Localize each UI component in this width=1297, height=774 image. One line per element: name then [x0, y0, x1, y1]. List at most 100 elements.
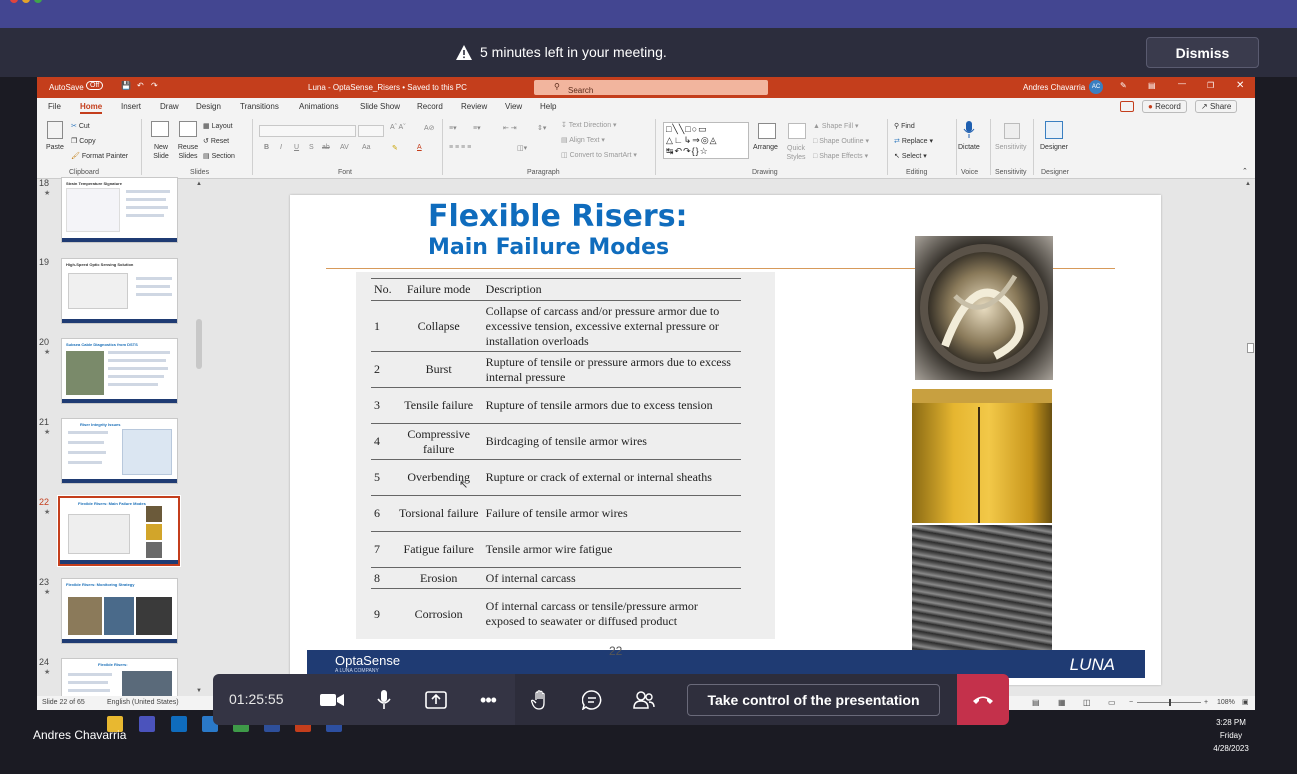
- tab-review[interactable]: Review: [461, 102, 487, 111]
- font-family-select[interactable]: [259, 125, 356, 137]
- close-icon[interactable]: ✕: [1236, 80, 1244, 91]
- take-control-button[interactable]: Take control of the presentation: [687, 684, 940, 716]
- normal-view-icon[interactable]: ▤: [1032, 698, 1040, 707]
- collapse-ribbon-icon[interactable]: ⌃: [1242, 167, 1248, 175]
- sorter-view-icon[interactable]: ▦: [1058, 698, 1066, 707]
- leave-call-button[interactable]: [957, 674, 1009, 725]
- highlight-icon[interactable]: ✎: [392, 144, 398, 152]
- reset-button[interactable]: ↺ Reset: [203, 137, 229, 145]
- columns-icon[interactable]: ◫▾: [517, 144, 527, 152]
- maximize-window-dot[interactable]: [34, 0, 42, 3]
- tab-file[interactable]: File: [48, 102, 61, 111]
- font-grow-icon[interactable]: Aˆ Aˇ: [390, 124, 406, 131]
- shadow-icon[interactable]: S: [309, 144, 314, 151]
- outlook-icon[interactable]: [171, 716, 187, 732]
- cut-button[interactable]: ✂ Cut: [71, 122, 90, 130]
- convert-smartart-button[interactable]: ◫ Convert to SmartArt ▾: [561, 151, 637, 159]
- replace-button[interactable]: ⇄ Replace ▾: [894, 137, 933, 145]
- tab-record[interactable]: Record: [417, 102, 443, 111]
- numbering-icon[interactable]: ≡▾: [473, 124, 481, 132]
- layout-button[interactable]: ▦ Layout: [203, 122, 233, 130]
- save-icon[interactable]: 💾: [121, 81, 131, 90]
- share-button[interactable]: ↗ Share: [1195, 100, 1238, 113]
- tab-animations[interactable]: Animations: [299, 102, 339, 111]
- tab-insert[interactable]: Insert: [121, 102, 141, 111]
- microphone-icon[interactable]: [963, 121, 975, 139]
- reading-view-icon[interactable]: ◫: [1083, 698, 1091, 707]
- teams-icon[interactable]: [139, 716, 155, 732]
- new-slide-icon[interactable]: [151, 121, 169, 137]
- select-button[interactable]: ↖ Select ▾: [894, 152, 927, 160]
- autosave-toggle[interactable]: Off: [86, 81, 104, 90]
- shapes-gallery[interactable]: □╲╲□○▭ △∟↳⇒◎◬ ↹↶↷{}☆: [663, 122, 749, 159]
- restore-icon[interactable]: ❐: [1207, 81, 1214, 90]
- align-text-button[interactable]: ▤ Align Text ▾: [561, 136, 605, 144]
- slide-scroll-thumb[interactable]: [1247, 343, 1254, 353]
- camera-button[interactable]: [319, 687, 345, 713]
- current-slide[interactable]: Flexible Risers: Main Failure Modes No. …: [290, 195, 1161, 685]
- raise-hand-button[interactable]: [527, 687, 553, 713]
- ribbon-display-icon[interactable]: ▤: [1148, 81, 1156, 90]
- paste-icon[interactable]: [47, 121, 63, 139]
- microphone-button[interactable]: [371, 687, 397, 713]
- pen-icon[interactable]: ✎: [1120, 81, 1127, 90]
- redo-icon[interactable]: ↷: [151, 81, 158, 90]
- shape-effects-button[interactable]: □ Shape Effects ▾: [813, 152, 868, 160]
- copy-button[interactable]: ❐ Copy: [71, 137, 96, 145]
- record-button[interactable]: ● Record: [1142, 100, 1187, 113]
- bullets-icon[interactable]: ≡▾: [449, 124, 457, 132]
- avatar[interactable]: AC: [1089, 80, 1103, 94]
- chat-button[interactable]: [579, 687, 605, 713]
- minimize-icon[interactable]: —: [1178, 79, 1186, 88]
- align-icons[interactable]: ≡ ≡ ≡ ≡: [449, 144, 471, 151]
- text-direction-button[interactable]: ↧ Text Direction ▾: [561, 121, 617, 129]
- clear-format-icon[interactable]: A⊘: [424, 124, 435, 132]
- quick-styles-icon[interactable]: [788, 123, 806, 139]
- thumbnail-slide-21[interactable]: Riser Integrity Issues: [61, 418, 178, 484]
- zoom-slider-thumb[interactable]: [1169, 699, 1171, 706]
- more-options-button[interactable]: •••: [475, 687, 501, 713]
- sensitivity-button[interactable]: Sensitivity: [995, 144, 1027, 151]
- char-spacing-icon[interactable]: AV: [340, 144, 349, 151]
- participants-button[interactable]: [631, 687, 657, 713]
- designer-button[interactable]: Designer: [1040, 144, 1068, 151]
- arrange-button[interactable]: Arrange: [753, 144, 778, 151]
- thumbnail-slide-24[interactable]: Flexible Risers:: [61, 658, 178, 698]
- zoom-level[interactable]: 108%: [1217, 699, 1235, 706]
- sensitivity-icon[interactable]: [1004, 123, 1020, 139]
- quick-styles-button[interactable]: Quick Styles: [783, 144, 809, 162]
- change-case-icon[interactable]: Aa: [362, 144, 371, 151]
- tab-home[interactable]: Home: [80, 102, 103, 114]
- close-window-dot[interactable]: [10, 0, 18, 3]
- slideshow-view-icon[interactable]: ▭: [1108, 698, 1116, 707]
- paste-button[interactable]: Paste: [46, 144, 64, 151]
- thumbnail-slide-19[interactable]: High-Speed Optic Sensing Solution: [61, 258, 178, 324]
- dictate-button[interactable]: Dictate: [958, 144, 980, 151]
- minimize-window-dot[interactable]: [22, 0, 30, 3]
- format-painter-button[interactable]: 🖌 Format Painter: [71, 152, 128, 160]
- reuse-slides-button[interactable]: Reuse Slides: [176, 143, 200, 161]
- shape-fill-button[interactable]: ▲ Shape Fill ▾: [813, 122, 858, 130]
- slide-scrollbar[interactable]: ▲: [1245, 181, 1255, 671]
- arrange-icon[interactable]: [758, 123, 776, 139]
- section-button[interactable]: ▤ Section: [203, 152, 235, 160]
- language-indicator[interactable]: English (United States): [107, 699, 179, 706]
- tab-slide-show[interactable]: Slide Show: [360, 102, 400, 111]
- thumbnail-slide-23[interactable]: Flexible Risers: Monitoring Strategy: [61, 578, 178, 644]
- dismiss-button[interactable]: Dismiss: [1146, 37, 1259, 68]
- font-size-select[interactable]: [358, 125, 384, 137]
- bold-icon[interactable]: B: [264, 144, 269, 151]
- thumbnail-slide-22[interactable]: Flexible Risers: Main Failure Modes: [57, 495, 181, 567]
- shape-outline-button[interactable]: □ Shape Outline ▾: [813, 137, 869, 145]
- reuse-slides-icon[interactable]: [179, 121, 197, 137]
- designer-icon[interactable]: [1045, 121, 1063, 139]
- thumbnail-slide-20[interactable]: Subsea Cable Diagnostics from DSTS: [61, 338, 178, 404]
- new-slide-button[interactable]: New Slide: [149, 143, 173, 161]
- undo-icon[interactable]: ↶: [137, 81, 144, 90]
- comments-icon[interactable]: [1120, 101, 1134, 112]
- tab-help[interactable]: Help: [540, 102, 556, 111]
- tab-view[interactable]: View: [505, 102, 522, 111]
- thumbnails-scroll-thumb[interactable]: [196, 319, 202, 369]
- fit-slide-icon[interactable]: ▣: [1242, 698, 1249, 706]
- tab-design[interactable]: Design: [196, 102, 221, 111]
